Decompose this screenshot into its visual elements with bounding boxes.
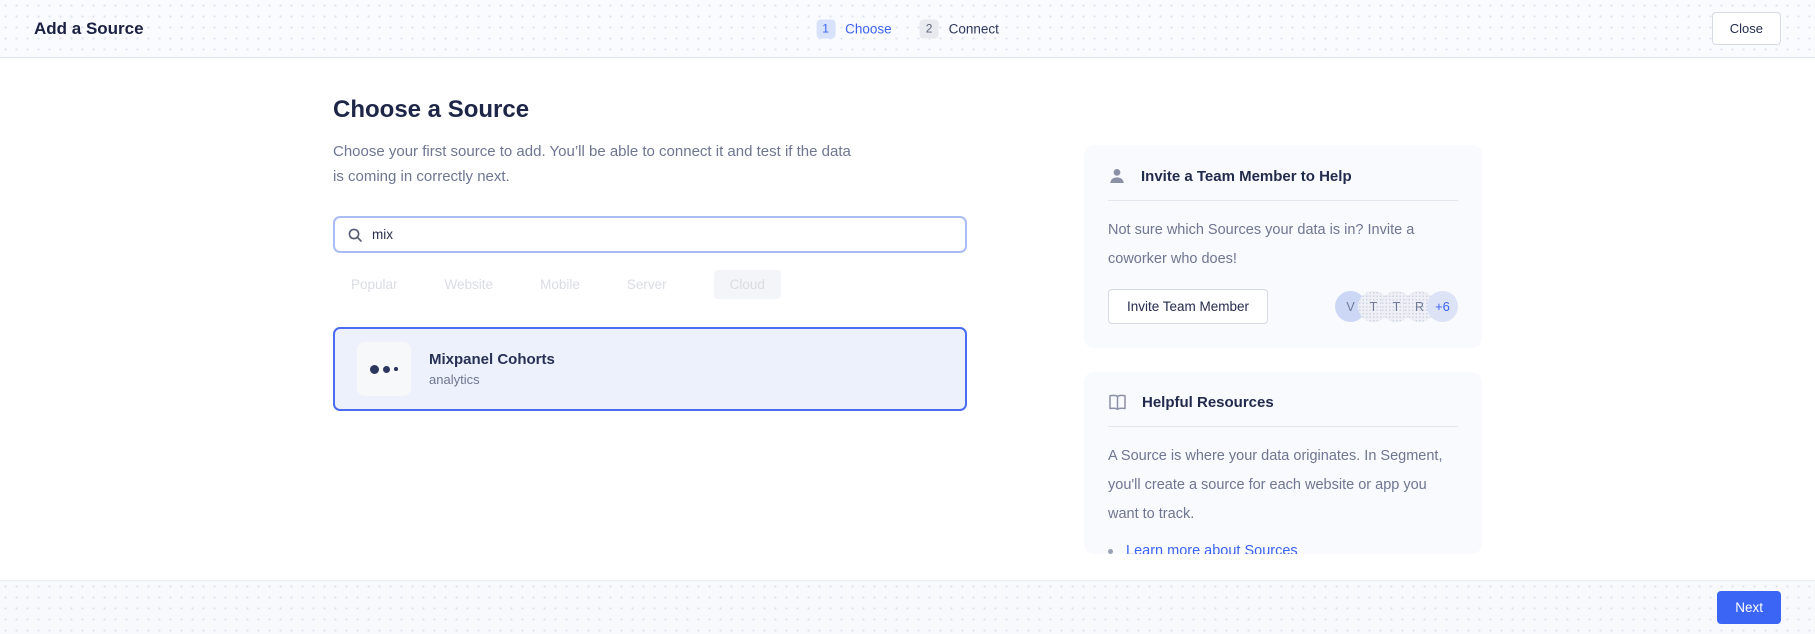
next-button[interactable]: Next xyxy=(1717,591,1781,624)
helpful-resources-card: Helpful Resources A Source is where your… xyxy=(1084,372,1482,554)
tab-popular[interactable]: Popular xyxy=(351,277,398,292)
learn-more-sources-link[interactable]: Learn more about Sources xyxy=(1126,543,1298,554)
tab-mobile[interactable]: Mobile xyxy=(540,277,580,292)
step-connect-number: 2 xyxy=(920,19,939,38)
resources-card-header: Helpful Resources xyxy=(1108,394,1458,411)
main-content: Choose a Source Choose your first source… xyxy=(0,58,1815,580)
person-icon xyxy=(1108,167,1126,185)
step-choose[interactable]: 1 Choose xyxy=(816,19,892,38)
topbar: Add a Source 1 Choose 2 Connect Close xyxy=(0,0,1815,58)
book-icon xyxy=(1108,394,1127,411)
stepper: 1 Choose 2 Connect xyxy=(816,19,999,38)
category-filter-tabs: Popular Website Mobile Server Cloud xyxy=(333,269,967,299)
source-name: Mixpanel Cohorts xyxy=(429,351,555,368)
bottom-action-bar: Next xyxy=(0,580,1815,634)
search-icon xyxy=(347,227,363,243)
source-search-box[interactable] xyxy=(333,216,967,253)
resource-link-item: Learn more about Sources xyxy=(1108,543,1458,554)
step-choose-number: 1 xyxy=(816,19,835,38)
page-description: Choose your first source to add. You’ll … xyxy=(333,139,858,189)
source-category: analytics xyxy=(429,372,555,387)
resources-card-title: Helpful Resources xyxy=(1142,394,1274,411)
tab-cloud[interactable]: Cloud xyxy=(714,270,781,299)
invite-card-title: Invite a Team Member to Help xyxy=(1141,168,1352,185)
help-sidebar: Invite a Team Member to Help Not sure wh… xyxy=(1084,145,1482,554)
window-title: Add a Source xyxy=(34,19,144,39)
step-connect-label: Connect xyxy=(949,21,999,36)
invite-card-body: Not sure which Sources your data is in? … xyxy=(1108,216,1458,274)
invite-team-member-button[interactable]: Invite Team Member xyxy=(1108,289,1268,324)
divider xyxy=(1108,426,1458,427)
source-text: Mixpanel Cohorts analytics xyxy=(429,351,555,387)
close-button[interactable]: Close xyxy=(1712,12,1781,45)
bullet-icon xyxy=(1108,549,1113,554)
choose-source-column: Choose a Source Choose your first source… xyxy=(333,58,967,411)
resources-card-body: A Source is where your data originates. … xyxy=(1108,442,1458,529)
divider xyxy=(1108,200,1458,201)
avatar-overflow-count: +6 xyxy=(1427,291,1458,322)
resource-links: Learn more about Sources xyxy=(1108,543,1458,554)
tab-server[interactable]: Server xyxy=(627,277,667,292)
search-input[interactable] xyxy=(372,227,953,242)
tab-website[interactable]: Website xyxy=(445,277,494,292)
step-connect[interactable]: 2 Connect xyxy=(920,19,999,38)
invite-card-header: Invite a Team Member to Help xyxy=(1108,167,1458,185)
invite-row: Invite Team Member V T T R +6 xyxy=(1108,289,1458,324)
page-title: Choose a Source xyxy=(333,96,967,124)
invite-team-member-card: Invite a Team Member to Help Not sure wh… xyxy=(1084,145,1482,348)
team-avatars: V T T R +6 xyxy=(1335,291,1458,322)
source-result-mixpanel-cohorts[interactable]: Mixpanel Cohorts analytics xyxy=(333,327,967,411)
mixpanel-cohorts-logo xyxy=(357,342,411,396)
step-choose-label: Choose xyxy=(845,21,892,36)
